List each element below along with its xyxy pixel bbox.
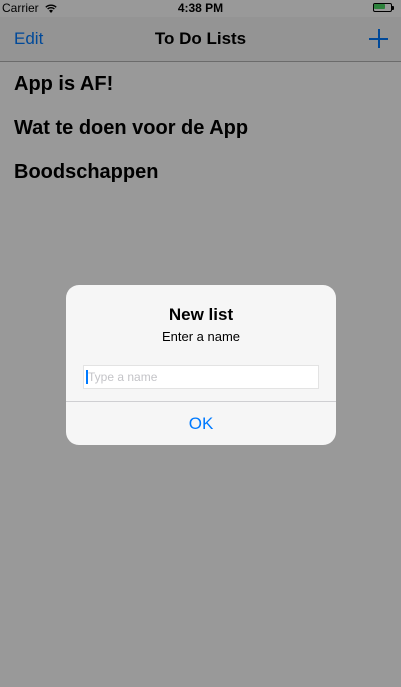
text-cursor xyxy=(86,370,88,384)
app-screen: Carrier 4:38 PM Edit To Do Lists App is … xyxy=(0,0,401,687)
name-input[interactable] xyxy=(83,365,319,389)
alert-message: Enter a name xyxy=(161,329,241,344)
ok-button[interactable]: OK xyxy=(66,402,336,445)
alert-title: New list xyxy=(168,305,234,324)
new-list-alert: New list Enter a name OK xyxy=(66,285,336,445)
